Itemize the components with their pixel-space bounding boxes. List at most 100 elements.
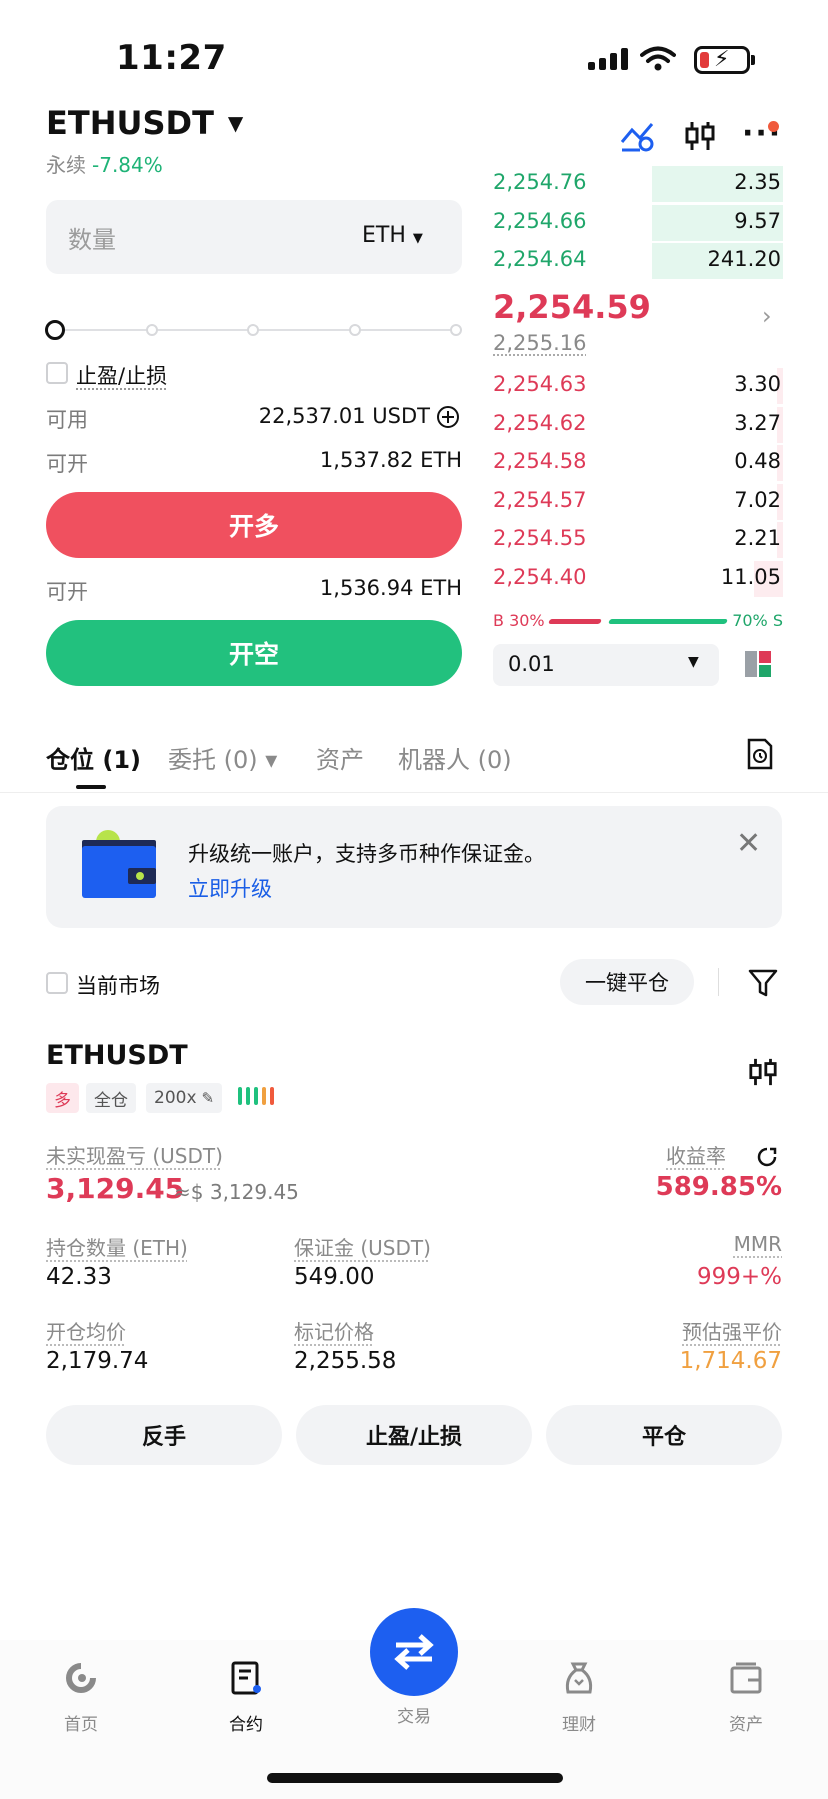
quantity-placeholder: 数量 <box>68 226 116 254</box>
candlestick-chart-icon[interactable] <box>684 120 716 152</box>
bid-amount: 7.02 <box>734 487 781 512</box>
bid-row[interactable]: 2,254.63 3.30 <box>493 368 783 404</box>
home-indicator <box>267 1773 563 1783</box>
bid-price: 2,254.40 <box>493 564 587 589</box>
notification-dot <box>768 121 779 132</box>
nav-assets[interactable]: 资产 <box>686 1660 806 1735</box>
bid-row[interactable]: 2,254.62 3.27 <box>493 406 783 443</box>
sell-ratio: 70% S <box>732 611 783 630</box>
bid-row[interactable]: 2,254.40 11.05 <box>493 560 783 597</box>
tpsl-checkbox[interactable] <box>46 362 68 384</box>
slider-step-25[interactable] <box>146 324 158 336</box>
bid-amount: 3.27 <box>734 410 781 435</box>
nav-trade-label: 交易 <box>397 1707 431 1727</box>
buy-ratio-bar <box>548 619 602 624</box>
slider-step-50[interactable] <box>247 324 259 336</box>
filter-icon[interactable] <box>748 968 778 998</box>
close-position-button[interactable]: 平仓 <box>546 1405 782 1465</box>
current-market-label: 当前市场 <box>76 974 160 998</box>
entry-price-label: 开仓均价 <box>46 1320 126 1344</box>
tab-bots[interactable]: 机器人 (0) <box>398 740 512 775</box>
history-document-icon[interactable] <box>746 738 774 770</box>
open-short-button[interactable]: 开空 <box>46 620 462 686</box>
ask-row[interactable]: 2,254.66 9.57 <box>493 204 783 241</box>
bid-amount: 11.05 <box>720 564 781 589</box>
ask-price: 2,254.76 <box>493 170 587 194</box>
transfer-add-icon[interactable] <box>436 405 460 429</box>
tpsl-button[interactable]: 止盈/止损 <box>296 1405 532 1465</box>
close-icon[interactable]: ✕ <box>736 826 761 861</box>
active-tab-indicator <box>76 785 106 789</box>
nav-trade[interactable]: 交易 <box>354 1692 474 1727</box>
share-icon[interactable] <box>756 1146 778 1168</box>
leverage-value: 200x <box>154 1088 197 1108</box>
contract-icon <box>231 1661 261 1695</box>
mark-price: 2,255.16 <box>493 331 587 355</box>
available-label: 可用 <box>46 408 88 432</box>
symbol-subtitle: 永续 -7.84% <box>46 149 163 178</box>
bid-row[interactable]: 2,254.55 2.21 <box>493 522 783 558</box>
size-label: 持仓数量 (ETH) <box>46 1236 188 1260</box>
open-long-button[interactable]: 开多 <box>46 492 462 558</box>
nav-home[interactable]: 首页 <box>21 1660 141 1735</box>
symbol-selector[interactable]: ETHUSDT ▼ <box>46 104 243 142</box>
home-icon <box>66 1663 96 1693</box>
mark-price-label: 标记价格 <box>294 1320 374 1344</box>
price-change: -7.84% <box>92 153 163 177</box>
bid-row[interactable]: 2,254.58 0.48 <box>493 445 783 481</box>
bid-price: 2,254.58 <box>493 449 587 473</box>
margin-value: 549.00 <box>294 1264 375 1290</box>
close-all-button[interactable]: 一键平仓 <box>560 959 694 1005</box>
tab-assets[interactable]: 资产 <box>316 740 364 775</box>
ask-row[interactable]: 2,254.76 2.35 <box>493 166 783 202</box>
unrealized-pnl-value: 3,129.45 <box>46 1172 185 1205</box>
candlestick-chart-icon[interactable] <box>748 1056 778 1088</box>
caret-down-icon: ▼ <box>227 111 244 135</box>
liquidation-price-value: 1,714.67 <box>679 1348 782 1374</box>
caret-down-icon: ▼ <box>688 654 699 670</box>
bid-price: 2,254.62 <box>493 410 587 435</box>
entry-price-value: 2,179.74 <box>46 1348 149 1374</box>
cellular-signal-icon <box>588 48 628 70</box>
ask-price: 2,254.66 <box>493 208 587 233</box>
caret-down-icon: ▼ <box>412 231 423 246</box>
orderbook-layout-icon[interactable] <box>744 650 772 678</box>
upgrade-link[interactable]: 立即升级 <box>188 873 272 903</box>
adl-indicator <box>238 1087 274 1105</box>
position-symbol: ETHUSDT <box>46 1040 188 1071</box>
nav-trade-button[interactable] <box>370 1608 458 1696</box>
nav-wealth[interactable]: 理财 <box>519 1660 639 1735</box>
ask-row[interactable]: 2,254.64 241.20 <box>493 243 783 279</box>
size-value: 42.33 <box>46 1264 112 1290</box>
last-price: 2,254.59 <box>493 288 651 326</box>
slider-step-100[interactable] <box>450 324 462 336</box>
bid-price: 2,254.63 <box>493 372 587 396</box>
chevron-right-icon[interactable]: › <box>762 302 772 330</box>
price-alert-icon[interactable] <box>620 120 656 152</box>
wallet-icon <box>730 1662 762 1694</box>
bid-row[interactable]: 2,254.57 7.02 <box>493 483 783 520</box>
leverage-tag[interactable]: 200x ✎ <box>146 1083 223 1113</box>
status-time: 11:27 <box>116 38 227 78</box>
slider-handle[interactable] <box>45 320 65 340</box>
ask-amount: 9.57 <box>734 208 781 233</box>
sell-ratio-bar <box>608 619 728 624</box>
nav-contract[interactable]: 合约 <box>186 1660 306 1735</box>
current-market-checkbox[interactable] <box>46 972 68 994</box>
slider-step-75[interactable] <box>349 324 361 336</box>
price-precision-value: 0.01 <box>508 652 555 676</box>
mark-price-value: 2,255.58 <box>294 1348 397 1374</box>
quantity-unit-selector[interactable]: ETH ▼ <box>362 223 423 248</box>
side-tag: 多 <box>46 1083 79 1113</box>
wallet-illustration-icon <box>82 830 156 898</box>
buy-sell-ratio: B 30% 70% S <box>493 611 783 633</box>
ask-amount: 241.20 <box>707 247 781 271</box>
reverse-button[interactable]: 反手 <box>46 1405 282 1465</box>
wifi-icon <box>640 46 676 71</box>
liquidation-price-label: 预估强平价 <box>682 1320 782 1344</box>
tab-positions[interactable]: 仓位 (1) <box>46 740 141 775</box>
tab-orders[interactable]: 委托 (0) ▾ <box>168 740 277 775</box>
swap-icon <box>394 1634 434 1670</box>
roe-value: 589.85% <box>655 1172 782 1202</box>
tpsl-label: 止盈/止损 <box>76 364 168 388</box>
